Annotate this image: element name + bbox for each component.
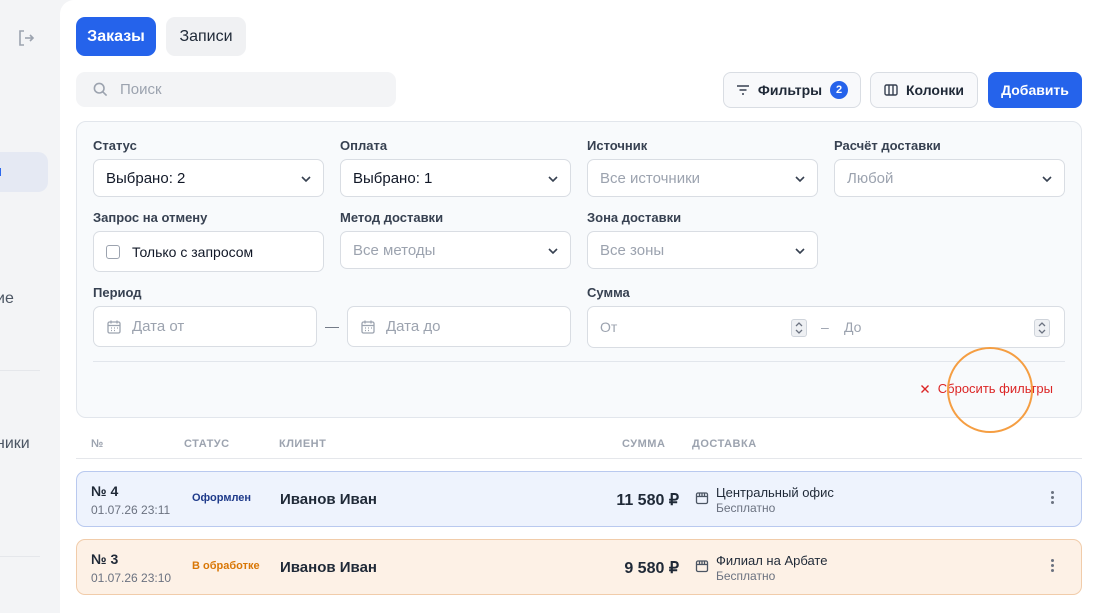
status-filter-label: Статус [93, 138, 137, 153]
columns-icon [884, 84, 898, 96]
column-header-delivery: ДОСТАВКА [692, 438, 757, 450]
filters-button-label: Фильтры [757, 82, 823, 98]
sum-from-stepper[interactable] [791, 319, 807, 337]
sum-to-stepper[interactable] [1034, 319, 1050, 337]
calendar-icon [361, 320, 375, 334]
table-row[interactable]: № 3 01.07.26 23:10 В обработке Иванов Ив… [76, 539, 1082, 595]
date-to-input[interactable]: Дата до [347, 306, 571, 347]
sidebar-divider [0, 370, 40, 371]
status-badge: Оформлен [192, 492, 252, 504]
delivery-calc-filter-label: Расчёт доставки [834, 138, 941, 153]
status-badge: В обработке [192, 560, 260, 572]
period-separator: — [325, 318, 339, 334]
source-select[interactable]: Все источники [587, 159, 818, 197]
status-select[interactable]: Выбрано: 2 [93, 159, 324, 197]
cancel-request-checkbox-field[interactable]: Только с запросом [93, 231, 324, 272]
stepper-icon [795, 322, 803, 334]
delivery-method-filter-label: Метод доставки [340, 210, 444, 225]
order-number: № 3 [91, 551, 119, 567]
filters-count-badge: 2 [830, 81, 849, 99]
sum-from-placeholder[interactable]: От [600, 319, 617, 335]
sum-separator: – [821, 319, 829, 335]
payment-filter-label: Оплата [340, 138, 388, 153]
date-to-placeholder: Дата до [386, 318, 441, 335]
filter-icon [736, 85, 749, 95]
column-header-client: КЛИЕНТ [279, 438, 327, 450]
filters-button[interactable]: Фильтры 2 [723, 72, 861, 108]
table-row[interactable]: № 4 01.07.26 23:11 Оформлен Иванов Иван … [76, 471, 1082, 527]
more-options-icon[interactable] [1047, 557, 1057, 577]
column-header-status: СТАТУС [184, 438, 230, 450]
chevron-down-icon [301, 176, 311, 183]
sidebar: и ие ники [0, 0, 60, 613]
search-box[interactable] [76, 72, 396, 107]
logout-icon[interactable] [16, 28, 36, 48]
order-date: 01.07.26 23:11 [91, 503, 171, 517]
column-header-sum: СУММА [622, 438, 666, 450]
delivery-price: Бесплатно [716, 569, 776, 583]
filters-divider [93, 361, 1065, 362]
filters-panel: Статус Оплата Источник Расчёт доставки В… [76, 121, 1082, 418]
delivery-calc-select-placeholder: Любой [847, 169, 894, 187]
cancel-request-filter-label: Запрос на отмену [93, 210, 208, 225]
highlight-ring [947, 347, 1033, 433]
sum-to-placeholder[interactable]: До [844, 319, 861, 335]
client-name: Иванов Иван [280, 491, 377, 508]
payment-select-value: Выбрано: 1 [353, 169, 433, 187]
delivery-zone-filter-label: Зона доставки [587, 210, 682, 225]
stepper-icon [1038, 322, 1046, 334]
column-header-number: № [91, 438, 104, 450]
source-select-placeholder: Все источники [600, 169, 701, 187]
chevron-down-icon [1042, 176, 1052, 183]
cancel-request-checkbox-label: Только с запросом [132, 243, 254, 260]
chevron-down-icon [548, 248, 558, 255]
columns-button[interactable]: Колонки [870, 72, 978, 108]
sidebar-divider [0, 556, 40, 557]
status-select-value: Выбрано: 2 [106, 169, 186, 187]
date-from-placeholder: Дата от [132, 318, 185, 335]
order-sum: 11 580 ₽ [616, 492, 679, 509]
delivery-name: Центральный офис [716, 485, 834, 500]
cancel-request-checkbox[interactable] [106, 244, 120, 259]
order-sum: 9 580 ₽ [624, 560, 679, 577]
delivery-calc-select[interactable]: Любой [834, 159, 1065, 197]
chevron-down-icon [795, 176, 805, 183]
sidebar-item-label[interactable]: ники [0, 435, 30, 453]
delivery-name: Филиал на Арбате [716, 553, 828, 568]
order-number: № 4 [91, 483, 119, 499]
more-options-icon[interactable] [1047, 489, 1057, 509]
delivery-method-select-placeholder: Все методы [353, 241, 436, 259]
order-date: 01.07.26 23:10 [91, 571, 172, 585]
main-content: Заказы Записи Фильтры 2 Колонки Добавить… [60, 0, 1098, 613]
store-icon [695, 492, 709, 505]
close-icon [920, 384, 929, 393]
payment-select[interactable]: Выбрано: 1 [340, 159, 571, 197]
tab-orders[interactable]: Заказы [76, 17, 156, 56]
sidebar-item-active-label: и [0, 163, 2, 180]
columns-button-label: Колонки [905, 82, 965, 98]
table-header-divider [76, 458, 1082, 459]
sidebar-item-active[interactable]: и [0, 152, 48, 192]
sum-range-field: От – До [587, 306, 1065, 348]
search-input[interactable] [120, 72, 380, 107]
date-from-input[interactable]: Дата от [93, 306, 317, 347]
client-name: Иванов Иван [280, 559, 377, 576]
store-icon [695, 560, 709, 573]
delivery-method-select[interactable]: Все методы [340, 231, 571, 269]
delivery-zone-select-placeholder: Все зоны [600, 241, 665, 259]
chevron-down-icon [548, 176, 558, 183]
calendar-icon [107, 320, 121, 334]
delivery-zone-select[interactable]: Все зоны [587, 231, 818, 269]
period-filter-label: Период [93, 285, 142, 300]
delivery-price: Бесплатно [716, 501, 776, 515]
sum-filter-label: Сумма [587, 285, 630, 300]
sidebar-item-label[interactable]: ие [0, 290, 14, 308]
search-icon [93, 82, 108, 97]
source-filter-label: Источник [587, 138, 648, 153]
add-button[interactable]: Добавить [988, 72, 1082, 108]
tab-records[interactable]: Записи [166, 17, 246, 56]
chevron-down-icon [795, 248, 805, 255]
